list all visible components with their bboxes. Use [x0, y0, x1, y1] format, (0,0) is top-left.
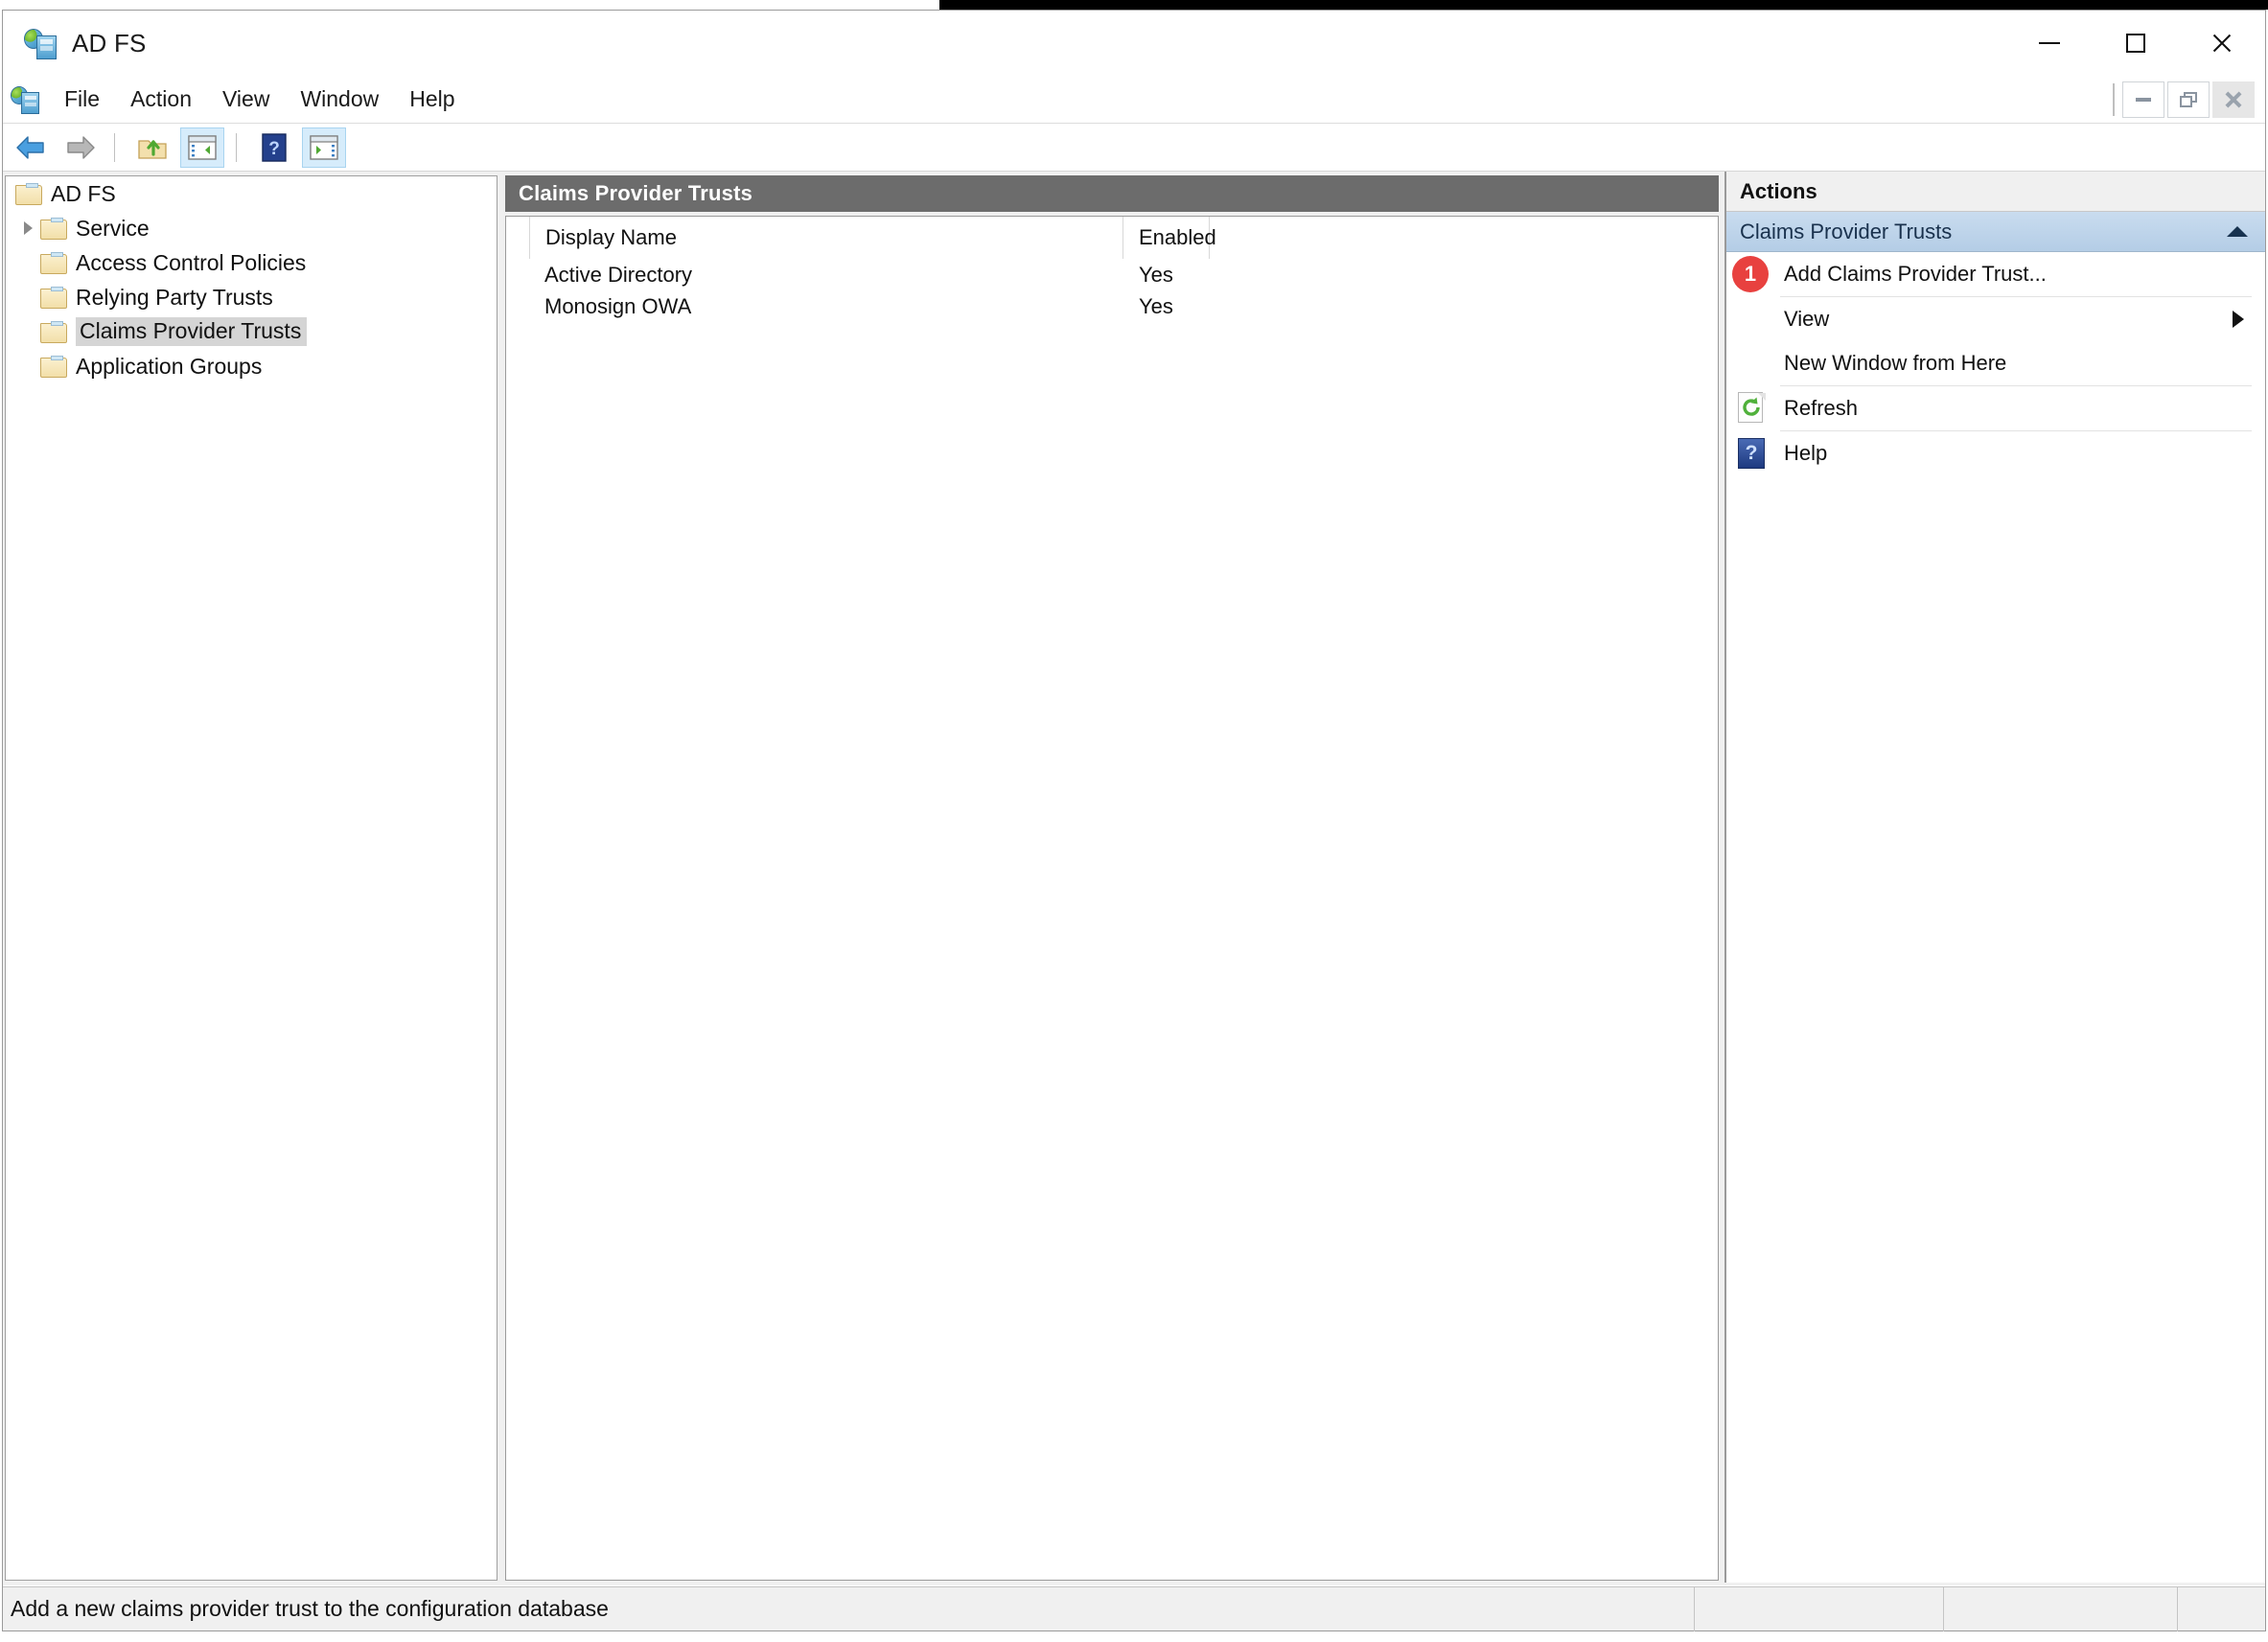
- action-label: New Window from Here: [1784, 351, 2006, 376]
- menu-bar: File Action View Window Help: [3, 76, 2265, 124]
- tree-item-label: Claims Provider Trusts: [76, 317, 307, 346]
- cell-enabled: Yes: [1123, 294, 1210, 319]
- mdi-minimize-button[interactable]: [2122, 81, 2164, 118]
- maximize-button[interactable]: [2093, 11, 2179, 76]
- chevron-right-icon[interactable]: [15, 216, 40, 241]
- column-header-display-name[interactable]: Display Name: [529, 217, 1123, 259]
- tool-bar: ?: [3, 124, 2265, 172]
- tree-item-label: Relying Party Trusts: [76, 285, 273, 311]
- status-segment-2: [1943, 1587, 2177, 1631]
- adfs-main-window: AD FS File Action View Window Help: [2, 10, 2266, 1631]
- actions-pane: Actions Claims Provider Trusts 1 Add Cla…: [1724, 172, 2265, 1583]
- folder-icon: [15, 183, 42, 205]
- action-label: Refresh: [1784, 396, 1858, 421]
- status-message: Add a new claims provider trust to the c…: [3, 1596, 1694, 1622]
- tree-item-relying-party-trusts[interactable]: Relying Party Trusts: [6, 280, 497, 314]
- body-area: AD FS Service Access Control Policies Re…: [3, 172, 2265, 1585]
- column-header-enabled[interactable]: Enabled: [1123, 217, 1210, 259]
- help-icon: ?: [1738, 438, 1780, 469]
- mdi-separator: [2113, 83, 2115, 116]
- show-hide-action-pane-icon[interactable]: [302, 127, 346, 168]
- content-pane: Claims Provider Trusts Display Name Enab…: [505, 175, 1719, 1581]
- window-title: AD FS: [72, 29, 147, 58]
- back-icon[interactable]: [9, 127, 53, 168]
- forward-icon[interactable]: [58, 127, 103, 168]
- tree-item-claims-provider-trusts[interactable]: Claims Provider Trusts: [6, 314, 497, 349]
- tree-item-ad-fs[interactable]: AD FS: [6, 176, 497, 211]
- tree-item-access-control-policies[interactable]: Access Control Policies: [6, 245, 497, 280]
- svg-text:?: ?: [268, 139, 280, 159]
- annotation-badge-1: 1: [1732, 256, 1769, 292]
- actions-pane-title: Actions: [1726, 172, 2265, 212]
- help-icon[interactable]: ?: [252, 127, 296, 168]
- action-help[interactable]: ? Help: [1726, 431, 2265, 475]
- tree-item-application-groups[interactable]: Application Groups: [6, 349, 497, 383]
- action-new-window-from-here[interactable]: New Window from Here: [1726, 341, 2265, 385]
- cell-enabled: Yes: [1123, 263, 1210, 288]
- title-bar: AD FS: [3, 11, 2265, 76]
- menu-item-window[interactable]: Window: [285, 81, 394, 118]
- menu-item-help[interactable]: Help: [394, 81, 470, 118]
- action-label: Add Claims Provider Trust...: [1784, 262, 2047, 287]
- screen-top-strip: [0, 0, 2268, 10]
- adfs-icon: [24, 27, 57, 59]
- mdi-restore-button[interactable]: [2167, 81, 2210, 118]
- show-hide-tree-icon[interactable]: [180, 127, 224, 168]
- toolbar-separator-1: [114, 133, 115, 162]
- window-controls: [2006, 11, 2265, 76]
- chevron-right-icon: [2233, 311, 2244, 328]
- folder-icon: [40, 252, 67, 274]
- action-refresh[interactable]: Refresh: [1726, 386, 2265, 430]
- tree-item-label: Access Control Policies: [76, 250, 306, 276]
- up-folder-icon[interactable]: [130, 127, 174, 168]
- claims-provider-trusts-list[interactable]: Display Name Enabled Active Directory Ye…: [505, 216, 1719, 1581]
- toolbar-separator-2: [236, 133, 237, 162]
- content-header-title: Claims Provider Trusts: [519, 181, 752, 206]
- black-bar: [939, 0, 2268, 10]
- action-view[interactable]: View: [1726, 297, 2265, 341]
- table-row[interactable]: Monosign OWA Yes: [506, 290, 1718, 322]
- table-row[interactable]: Active Directory Yes: [506, 259, 1718, 290]
- tree-item-label: Service: [76, 216, 150, 242]
- cell-display-name: Monosign OWA: [529, 294, 1123, 319]
- close-button[interactable]: [2179, 11, 2265, 76]
- chevron-up-icon[interactable]: [2227, 226, 2248, 237]
- cell-display-name: Active Directory: [529, 263, 1123, 288]
- status-bar: Add a new claims provider trust to the c…: [3, 1586, 2265, 1630]
- action-label: Help: [1784, 441, 1827, 466]
- tree-item-label: AD FS: [51, 181, 116, 207]
- folder-icon: [40, 287, 67, 309]
- content-header: Claims Provider Trusts: [505, 175, 1719, 212]
- actions-pane-title-label: Actions: [1740, 179, 1817, 204]
- action-icon-placeholder: [1738, 348, 1780, 379]
- mdi-window-controls: [2113, 81, 2257, 118]
- action-label: View: [1784, 307, 1829, 332]
- tree-item-label: Application Groups: [76, 354, 262, 380]
- minimize-button[interactable]: [2006, 11, 2093, 76]
- menu-item-file[interactable]: File: [49, 81, 115, 118]
- action-add-claims-provider-trust[interactable]: 1 Add Claims Provider Trust...: [1726, 252, 2265, 296]
- folder-icon: [40, 356, 67, 378]
- refresh-icon: [1738, 393, 1780, 424]
- menu-item-action[interactable]: Action: [115, 81, 207, 118]
- actions-group-header[interactable]: Claims Provider Trusts: [1726, 212, 2265, 252]
- menu-item-view[interactable]: View: [207, 81, 285, 118]
- mdi-close-button[interactable]: [2212, 81, 2255, 118]
- adfs-menu-icon: [11, 85, 39, 114]
- action-icon-placeholder: [1738, 304, 1780, 335]
- status-segment-3: [2177, 1587, 2265, 1631]
- console-tree-pane: AD FS Service Access Control Policies Re…: [5, 175, 498, 1581]
- folder-icon: [40, 321, 67, 343]
- tree-item-service[interactable]: Service: [6, 211, 497, 245]
- list-header-row: Display Name Enabled: [506, 217, 1718, 259]
- actions-group-label: Claims Provider Trusts: [1740, 220, 1952, 244]
- folder-icon: [40, 218, 67, 240]
- status-segment-1: [1694, 1587, 1943, 1631]
